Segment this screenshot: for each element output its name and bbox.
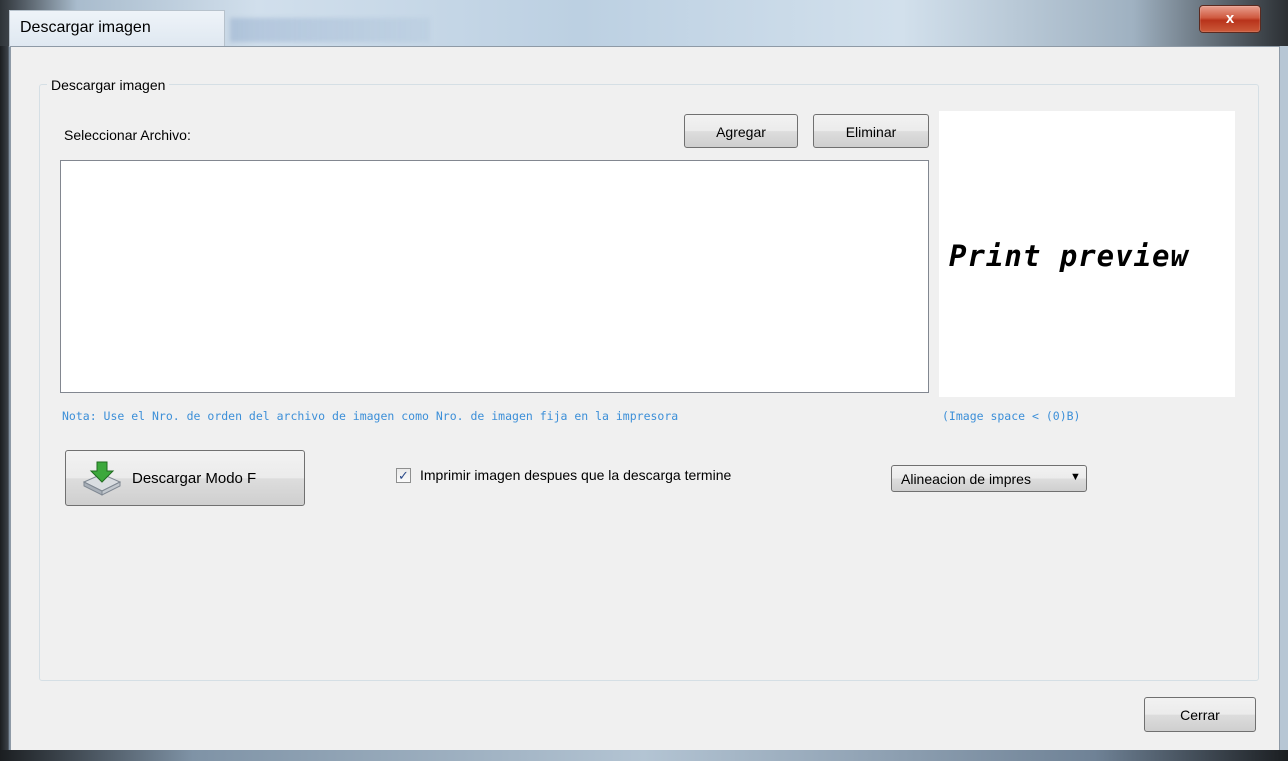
dialog-client-area: Descargar imagen Seleccionar Archivo: Ag… [10, 46, 1280, 752]
file-list[interactable] [60, 160, 929, 393]
image-space-note: (Image space < (0)B) [942, 409, 1081, 423]
download-mode-f-button[interactable]: Descargar Modo F [65, 450, 305, 506]
window-title: Descargar imagen [20, 19, 151, 36]
select-file-label: Seleccionar Archivo: [64, 127, 191, 143]
print-preview-panel: Print preview [939, 111, 1235, 397]
download-drive-icon [82, 461, 122, 496]
close-window-button[interactable]: x [1199, 5, 1261, 33]
alignment-dropdown[interactable]: Alineacion de impres ▼ [891, 465, 1087, 492]
print-after-download-label[interactable]: Imprimir imagen despues que la descarga … [420, 467, 731, 483]
print-after-download-checkbox[interactable]: ✓ [396, 468, 411, 483]
add-button[interactable]: Agregar [684, 114, 798, 148]
alignment-selected-value: Alineacion de impres [901, 471, 1031, 487]
title-bar[interactable]: Descargar imagen x [0, 0, 1288, 47]
dialog-window: Descargar imagen x Descargar imagen Sele… [0, 0, 1288, 761]
remove-button[interactable]: Eliminar [813, 114, 929, 148]
group-title: Descargar imagen [47, 77, 170, 93]
chevron-down-icon: ▼ [1070, 471, 1081, 483]
background-window-tab [230, 18, 430, 42]
close-button[interactable]: Cerrar [1144, 697, 1256, 732]
order-note: Nota: Use el Nro. de orden del archivo d… [62, 409, 679, 423]
print-preview-text: Print preview [949, 239, 1189, 273]
window-bottom-frame [0, 750, 1288, 761]
download-mode-f-label: Descargar Modo F [132, 470, 257, 487]
